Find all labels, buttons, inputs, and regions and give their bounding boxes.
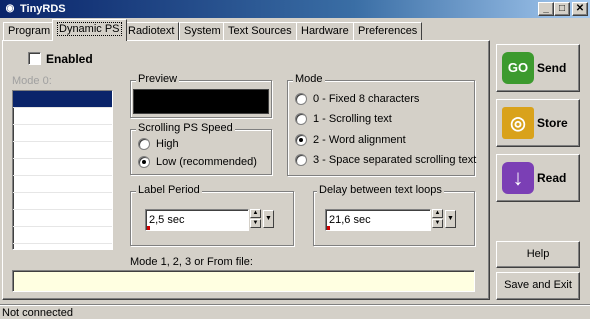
tab-text-sources[interactable]: Text Sources (223, 22, 297, 40)
mode-1-radio[interactable] (295, 113, 307, 125)
title-bar[interactable]: ◉ TinyRDS _ □ ✕ (0, 0, 590, 18)
label-period-up-button[interactable]: ▲ (250, 209, 261, 218)
go-icon: GO (502, 52, 534, 84)
minimize-button[interactable]: _ (538, 2, 554, 16)
delay-loops-up-button[interactable]: ▲ (432, 209, 443, 218)
level-marker (147, 226, 150, 230)
list-item[interactable] (13, 159, 112, 176)
tab-preferences[interactable]: Preferences (353, 22, 423, 40)
label-period-dropdown-button[interactable]: ▼ (263, 210, 274, 228)
send-button[interactable]: GO Send (496, 44, 580, 92)
tab-radiotext[interactable]: Radiotext (123, 22, 180, 40)
status-bar: Not connected (0, 304, 590, 319)
scroll-speed-group (130, 129, 272, 175)
label-period-label: Label Period (136, 184, 202, 196)
list-item[interactable] (13, 91, 112, 108)
delay-loops-input[interactable]: 21,6 sec (325, 209, 431, 231)
delay-loops-down-button[interactable]: ▼ (432, 219, 443, 228)
mode-0-radio[interactable] (295, 93, 307, 105)
tab-system[interactable]: System (179, 22, 226, 40)
list-item[interactable] (13, 193, 112, 210)
mode-label: Mode (293, 73, 325, 85)
help-button[interactable]: Help (496, 241, 580, 268)
mode-3-radio[interactable] (295, 154, 307, 166)
status-text: Not connected (2, 307, 73, 319)
maximize-button[interactable]: □ (554, 2, 570, 16)
delay-loops-dropdown-button[interactable]: ▼ (445, 210, 456, 228)
mode-1-label: 1 - Scrolling text (313, 113, 392, 125)
preview-display (133, 89, 269, 114)
mode-2-radio[interactable] (295, 134, 307, 146)
window-title: TinyRDS (20, 3, 66, 15)
mode0-label: Mode 0: (12, 75, 52, 87)
label-period-input[interactable]: 2,5 sec (145, 209, 249, 231)
enabled-checkbox[interactable] (28, 52, 41, 65)
store-label: Store (537, 116, 568, 130)
app-icon: ◉ (5, 3, 15, 14)
preview-label: Preview (136, 73, 180, 85)
list-item[interactable] (13, 125, 112, 142)
mode0-listbox[interactable] (12, 90, 113, 250)
mode-2-label: 2 - Word alignment (313, 134, 406, 146)
file-text-input[interactable] (12, 270, 475, 292)
speed-high-radio[interactable] (138, 138, 150, 150)
scroll-speed-label: Scrolling PS Speed (136, 122, 235, 134)
down-arrow-icon: ↓ (502, 162, 534, 194)
list-item[interactable] (13, 108, 112, 125)
list-item[interactable] (13, 227, 112, 244)
speed-low-label: Low (recommended) (156, 156, 257, 168)
speed-low-radio[interactable] (138, 156, 150, 168)
delay-loops-value: 21,6 sec (329, 214, 371, 226)
safe-icon: ◎ (502, 107, 534, 139)
level-marker (327, 226, 330, 230)
tab-program[interactable]: Program (3, 22, 56, 40)
file-input-label: Mode 1, 2, 3 or From file: (130, 256, 253, 268)
delay-loops-label: Delay between text loops (317, 184, 444, 196)
label-period-down-button[interactable]: ▼ (250, 219, 261, 228)
mode-0-label: 0 - Fixed 8 characters (313, 93, 420, 105)
label-period-value: 2,5 sec (149, 214, 185, 226)
read-button[interactable]: ↓ Read (496, 154, 580, 202)
close-button[interactable]: ✕ (572, 2, 588, 16)
tab-dynamic-ps[interactable]: Dynamic PS (52, 19, 127, 41)
read-label: Read (537, 171, 567, 185)
save-exit-button[interactable]: Save and Exit (496, 272, 580, 300)
speed-high-label: High (156, 138, 179, 150)
list-item[interactable] (13, 210, 112, 227)
send-label: Send (537, 61, 567, 75)
tab-hardware[interactable]: Hardware (296, 22, 354, 40)
list-item[interactable] (13, 176, 112, 193)
list-item[interactable] (13, 142, 112, 159)
store-button[interactable]: ◎ Store (496, 99, 580, 147)
enabled-label: Enabled (46, 52, 93, 66)
mode-3-label: 3 - Space separated scrolling text (313, 154, 477, 166)
